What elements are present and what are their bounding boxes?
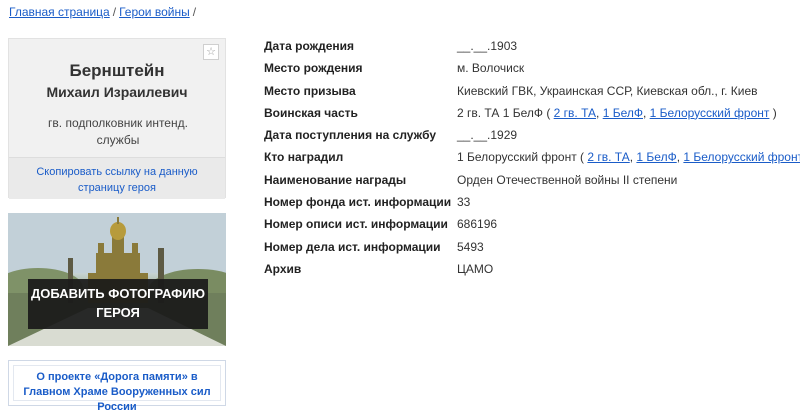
info-label: Номер дела ист. информации: [264, 239, 441, 254]
awarded-link-army[interactable]: 2 гв. ТА: [587, 150, 629, 164]
breadcrumb-separator: /: [192, 5, 197, 19]
hero-rank: гв. подполковник интенд. службы: [48, 116, 188, 147]
add-photo-button[interactable]: Добавить фотографию героя: [28, 279, 208, 329]
link-separator: ,: [643, 105, 650, 120]
project-info-link[interactable]: О проекте «Дорога памяти» в Главном Храм…: [13, 365, 221, 413]
add-photo-banner[interactable]: Добавить фотографию героя: [8, 213, 226, 346]
info-label: Кто наградил: [264, 150, 344, 165]
unit-link-front[interactable]: 1 Белорусский фронт: [650, 106, 770, 120]
info-value: м. Волочиск: [457, 61, 525, 76]
breadcrumb-separator: /: [112, 5, 117, 19]
awarded-link-front[interactable]: 1 Белорусский фронт: [683, 150, 800, 164]
info-value: __.__.1903: [457, 39, 518, 53]
info-value: 686196: [457, 217, 498, 232]
breadcrumb-home-link[interactable]: Главная страница: [9, 5, 110, 19]
hero-surname: Бернштейн: [69, 61, 165, 80]
info-label: Место призыва: [264, 83, 356, 98]
hero-card: ☆ Бернштейн Михаил Израилевич гв. подпол…: [8, 38, 226, 199]
favorite-star-icon[interactable]: ☆: [203, 44, 219, 60]
awarded-prefix: 1 Белорусский фронт (: [457, 150, 588, 165]
info-label: Дата рождения: [264, 39, 355, 53]
hero-given-names: Михаил Израилевич: [46, 84, 188, 100]
breadcrumb: Главная страница / Герои войны /: [9, 5, 199, 19]
info-value: Орден Отечественной войны II степени: [457, 172, 678, 187]
info-label: Дата поступления на службу: [264, 128, 437, 143]
info-value: __.__.1929: [457, 128, 518, 143]
breadcrumb-heroes-link[interactable]: Герои войны: [119, 5, 190, 19]
copy-page-link-button[interactable]: Скопировать ссылку на данную страницу ге…: [9, 157, 225, 199]
unit-prefix: 2 гв. ТА 1 БелФ (: [457, 105, 554, 120]
awarded-link-front-short[interactable]: 1 БелФ: [636, 150, 676, 164]
info-value: Киевский ГВК, Украинская ССР, Киевская о…: [457, 83, 758, 98]
unit-link-front-short[interactable]: 1 БелФ: [603, 106, 643, 120]
info-value: 2 гв. ТА 1 БелФ ( 2 гв. ТА, 1 БелФ, 1 Бе…: [457, 103, 777, 123]
info-label: Архив: [264, 261, 302, 276]
info-value: 1 Белорусский фронт ( 2 гв. ТА, 1 БелФ, …: [457, 147, 800, 167]
info-label: Место рождения: [264, 61, 363, 76]
info-value: 5493: [457, 239, 484, 254]
info-value: 33: [457, 195, 471, 210]
link-separator: ,: [596, 105, 603, 120]
info-label: Номер описи ист. информации: [264, 217, 448, 232]
info-label: Номер фонда ист. информации: [264, 195, 452, 210]
unit-suffix: ): [769, 105, 777, 120]
info-label: Воинская часть: [264, 105, 358, 120]
info-value: ЦАМО: [457, 261, 494, 276]
unit-link-army[interactable]: 2 гв. ТА: [554, 106, 596, 120]
project-info-box: О проекте «Дорога памяти» в Главном Храм…: [8, 360, 226, 413]
info-label: Наименование награды: [264, 172, 407, 187]
